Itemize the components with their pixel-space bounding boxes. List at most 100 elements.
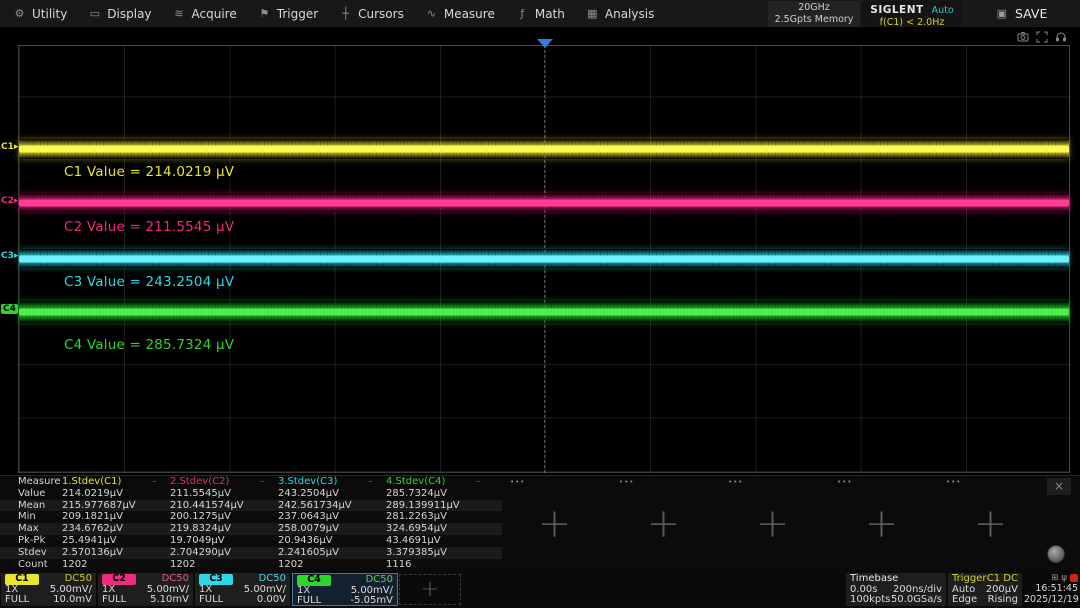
waveform-c4-noise: [19, 301, 1069, 323]
cell-value: 19.7049μV: [170, 535, 225, 547]
cell-value: 243.2504μV: [278, 488, 339, 500]
measure-icon: ∿: [425, 7, 438, 20]
menu-utility-label: Utility: [32, 7, 67, 21]
hardware-info: 20GHz 2.5Gpts Memory: [768, 1, 860, 27]
c4-offset: -5.05mV: [351, 596, 393, 607]
c2-coupling: DC50: [162, 574, 189, 585]
slot-more-icon[interactable]: •••: [510, 478, 525, 486]
channel-box-c1[interactable]: C1DC50 1X5.00mV/ FULL10.0mV: [1, 573, 96, 606]
menu-cursors-label: Cursors: [358, 7, 404, 21]
channel-marker-c4[interactable]: C4: [1, 304, 18, 314]
waveform-c1[interactable]: [19, 139, 1069, 159]
channel-marker-c1[interactable]: C1▸: [1, 142, 18, 152]
c3-bandwidth: FULL: [199, 595, 223, 606]
menu-trigger[interactable]: ⚑ Trigger: [258, 7, 318, 21]
measure-col4-name[interactable]: 4.Stdev(C4): [386, 476, 445, 488]
slot-more-icon[interactable]: •••: [728, 478, 743, 486]
trigger-source: C1 DC: [987, 574, 1018, 585]
siglent-logo: SIGLENT: [870, 4, 923, 16]
channel-box-c3[interactable]: C3DC50 1X5.00mV/ FULL0.00V: [195, 573, 290, 606]
display-icon: ▭: [88, 7, 101, 20]
crosshair-icon: ┼: [339, 7, 352, 20]
c2-bandwidth: FULL: [102, 595, 126, 606]
channel-box-c2[interactable]: C2DC50 1X5.00mV/ FULL5.10mV: [98, 573, 193, 606]
menu-measure[interactable]: ∿Measure: [425, 7, 495, 21]
cell-value: 3.379385μV: [386, 547, 447, 559]
cell-value: 1202: [62, 559, 87, 571]
cell-value: 258.0079μV: [278, 523, 339, 535]
bandwidth-label: 20GHz: [768, 2, 860, 14]
timebase-title: Timebase: [850, 574, 898, 585]
knob-handle-icon[interactable]: [1047, 545, 1065, 563]
measure-col2-name[interactable]: 2.Stdev(C2): [170, 476, 229, 488]
add-measurement-icon[interactable]: +: [609, 504, 718, 544]
cell-value: 219.8324μV: [170, 523, 231, 535]
measure-slot-empty-5[interactable]: ••• +: [936, 476, 1045, 572]
measure-slot-empty-3[interactable]: ••• +: [718, 476, 827, 572]
menu-acquire[interactable]: ≋Acquire: [173, 7, 237, 21]
menu-utility[interactable]: ⚙Utility: [13, 7, 67, 21]
c2-offset: 5.10mV: [150, 595, 189, 606]
column-separator: –: [368, 476, 373, 488]
clock-area: ⊞ ψ 16:51:45 2025/12/19: [1024, 573, 1078, 605]
fullscreen-icon[interactable]: [1036, 31, 1048, 43]
c2-value-label: C2 Value = 211.5545 μV: [64, 219, 234, 235]
channel-marker-c3[interactable]: C3▸: [1, 251, 18, 261]
headset-icon[interactable]: [1055, 31, 1067, 43]
measure-header-label: Measure: [18, 476, 61, 488]
cell-value: 211.5545μV: [170, 488, 231, 500]
slot-more-icon[interactable]: •••: [619, 478, 634, 486]
trigger-position-marker[interactable]: [537, 39, 553, 48]
cell-value: 324.6954μV: [386, 523, 447, 535]
math-icon: ƒ: [516, 7, 529, 20]
row-label: Min: [18, 511, 36, 523]
brand-status-box: SIGLENTAuto f(C1) < 2.0Hz: [862, 1, 962, 27]
row-label: Count: [18, 559, 48, 571]
add-channel-button[interactable]: +: [399, 574, 461, 605]
timebase-box[interactable]: Timebase 0.00s200ns/div 100kpts50.0GSa/s: [846, 573, 946, 606]
measure-col3-name[interactable]: 3.Stdev(C3): [278, 476, 337, 488]
flag-icon: ⚑: [258, 7, 271, 20]
cell-value: 2.704290μV: [170, 547, 231, 559]
camera-icon[interactable]: [1017, 31, 1029, 43]
menu-math[interactable]: ƒMath: [516, 7, 565, 21]
slot-more-icon[interactable]: •••: [946, 478, 961, 486]
channel-marker-c2[interactable]: C2▸: [1, 196, 18, 206]
measure-slot-empty-1[interactable]: ••• +: [500, 476, 609, 572]
menu-display-label: Display: [107, 7, 151, 21]
channel-box-c4-selected[interactable]: C4DC50 1X5.00mV/ FULL-5.05mV: [292, 573, 398, 606]
waveform-c4[interactable]: [19, 301, 1069, 323]
save-button[interactable]: ▣ SAVE: [972, 0, 1072, 27]
measurement-panel: Measure 1.Stdev(C1) 2.Stdev(C2) 3.Stdev(…: [0, 475, 1080, 571]
c3-coupling: DC50: [259, 574, 286, 585]
cell-value: 289.139911μV: [386, 500, 460, 512]
measure-slot-empty-2[interactable]: ••• +: [609, 476, 718, 572]
add-measurement-icon[interactable]: +: [500, 504, 609, 544]
waveform-c3[interactable]: [19, 249, 1069, 268]
waveform-c2[interactable]: [19, 193, 1069, 212]
timebase-points: 100kpts: [850, 595, 890, 606]
trigger-box[interactable]: TriggerC1 DC Auto200μV EdgeRising: [948, 573, 1022, 606]
cell-value: 43.4691μV: [386, 535, 441, 547]
menu-trigger-label: Trigger: [277, 7, 318, 21]
slot-more-icon[interactable]: •••: [837, 478, 852, 486]
add-measurement-icon[interactable]: +: [827, 504, 936, 544]
close-measure-panel-icon[interactable]: ×: [1047, 478, 1071, 495]
measure-col1-name[interactable]: 1.Stdev(C1): [62, 476, 121, 488]
add-measurement-icon[interactable]: +: [936, 504, 1045, 544]
cell-value: 2.570136μV: [62, 547, 123, 559]
menu-display[interactable]: ▭ Display: [88, 7, 151, 21]
save-icon: ▣: [997, 7, 1007, 20]
menu-items: ⚙Utility ▭ Display ≋Acquire ⚑ Trigger ┼ Cur…: [0, 7, 654, 21]
cell-value: 200.1275μV: [170, 511, 231, 523]
menu-cursors[interactable]: ┼ Cursors: [339, 7, 404, 21]
row-label: Pk-Pk: [18, 535, 45, 547]
add-measurement-icon[interactable]: +: [718, 504, 827, 544]
top-menu-bar: ⚙Utility ▭ Display ≋Acquire ⚑ Trigger ┼ Cur…: [0, 0, 1080, 28]
cell-value: 20.9436μV: [278, 535, 333, 547]
measure-slot-empty-4[interactable]: ••• +: [827, 476, 936, 572]
trigger-slope: Rising: [988, 595, 1018, 606]
c4-coupling: DC50: [366, 575, 393, 586]
menu-analysis[interactable]: ▦Analysis: [586, 7, 654, 21]
cell-value: 237.0643μV: [278, 511, 339, 523]
